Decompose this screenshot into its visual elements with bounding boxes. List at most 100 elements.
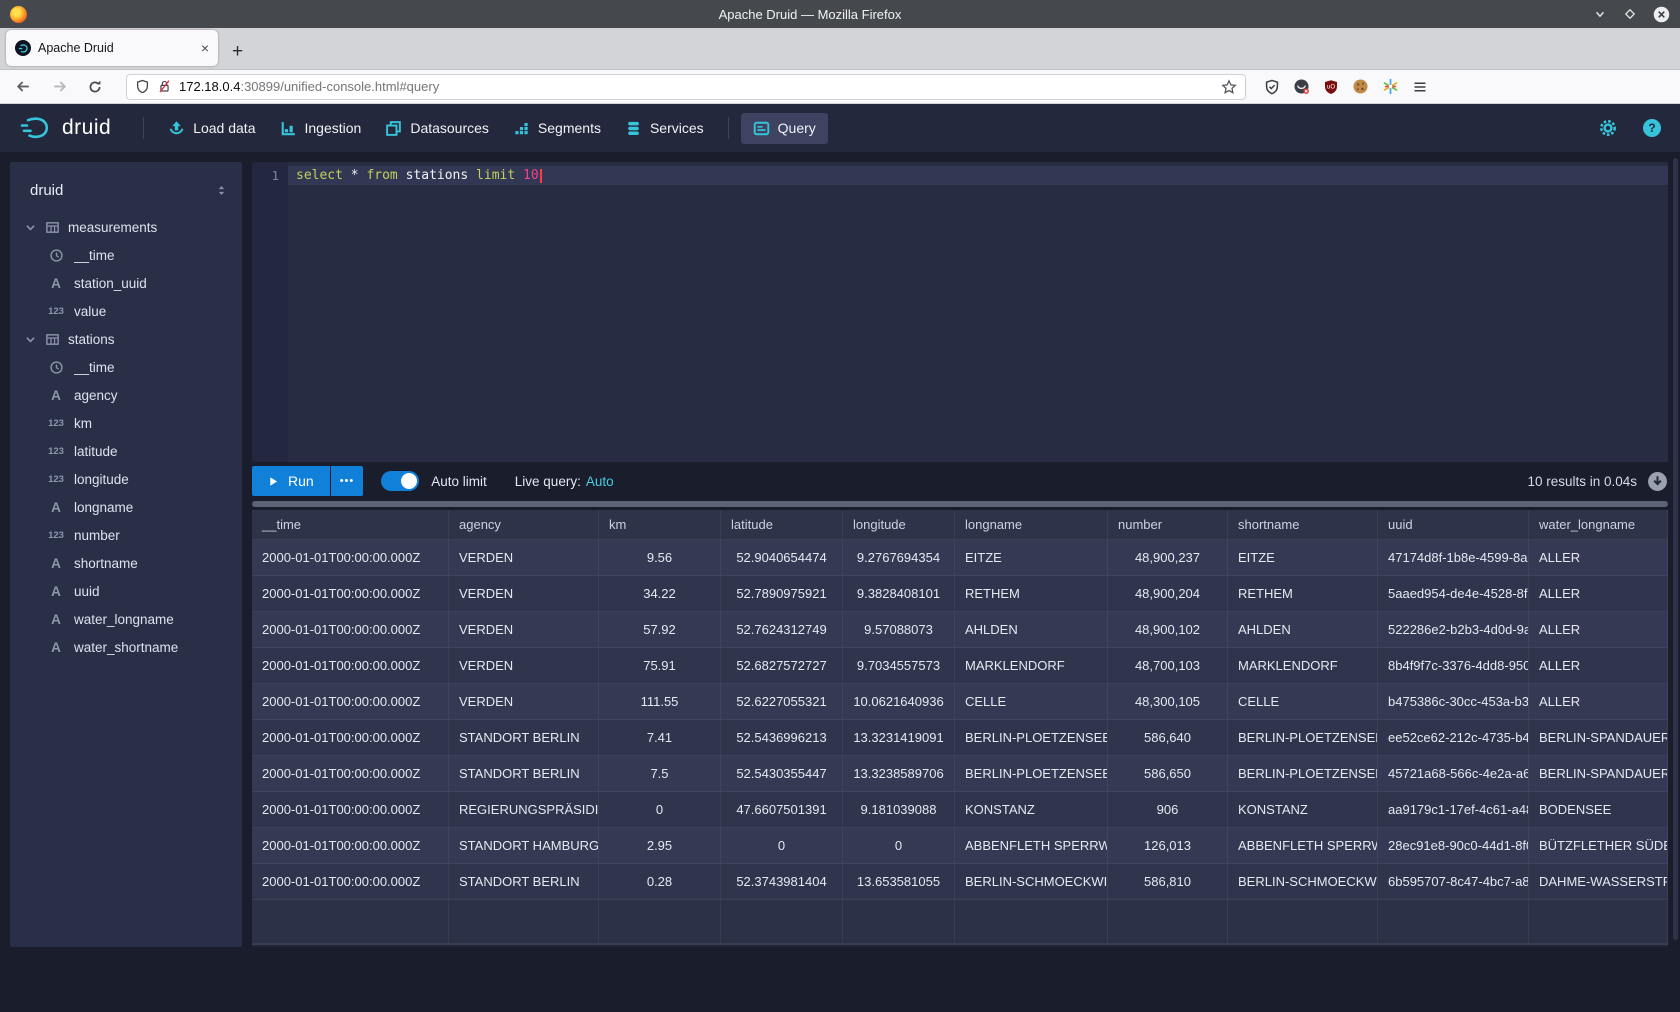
cell-water_longname[interactable]: BÜTZFLETHER SÜDERE <box>1529 828 1668 864</box>
druid-brand[interactable]: druid <box>18 114 111 142</box>
sql-editor[interactable]: 1 select * from stations limit 10 <box>252 162 1668 462</box>
cell-uuid[interactable]: 8b4f9f7c-3376-4dd8-950 <box>1378 648 1529 684</box>
column-header-__time[interactable]: __time <box>252 510 449 540</box>
cell-longitude[interactable]: 9.7034557573 <box>843 648 955 684</box>
download-icon[interactable] <box>1647 471 1668 492</box>
cell-agency[interactable]: VERDEN <box>449 648 599 684</box>
cell-agency[interactable]: STANDORT BERLIN <box>449 720 599 756</box>
cell-longname[interactable]: AHLDEN <box>955 612 1108 648</box>
sidebar-column-water_longname[interactable]: Awater_longname <box>10 605 242 633</box>
cell-uuid[interactable]: ee52ce62-212c-4735-b4 <box>1378 720 1529 756</box>
sidebar-table-stations[interactable]: stations <box>10 325 242 353</box>
cell-longname[interactable]: RETHEM <box>955 576 1108 612</box>
sidebar-column-station_uuid[interactable]: Astation_uuid <box>10 269 242 297</box>
cell-__time[interactable]: 2000-01-01T00:00:00.000Z <box>252 684 449 720</box>
auto-limit-toggle[interactable] <box>381 471 419 491</box>
cell-agency[interactable]: STANDORT BERLIN <box>449 864 599 900</box>
cell-latitude[interactable]: 52.6827572727 <box>721 648 843 684</box>
cell-longname[interactable]: CELLE <box>955 684 1108 720</box>
window-maximize-icon[interactable] <box>1623 7 1637 21</box>
column-header-agency[interactable]: agency <box>449 510 599 540</box>
ext-container-mask-icon[interactable] <box>1293 78 1310 95</box>
cell-__time[interactable]: 2000-01-01T00:00:00.000Z <box>252 576 449 612</box>
cell-latitude[interactable]: 52.7890975921 <box>721 576 843 612</box>
column-header-km[interactable]: km <box>599 510 721 540</box>
window-minimize-icon[interactable] <box>1593 7 1607 21</box>
insecure-lock-icon[interactable] <box>157 79 172 94</box>
cell-shortname[interactable]: ABBENFLETH SPERRWEI <box>1228 828 1378 864</box>
panel-resize-handle[interactable] <box>252 501 1668 507</box>
cell-__time[interactable]: 2000-01-01T00:00:00.000Z <box>252 720 449 756</box>
sidebar-column-__time[interactable]: __time <box>10 353 242 381</box>
cell-number[interactable]: 586,650 <box>1108 756 1228 792</box>
editor-code-area[interactable]: select * from stations limit 10 <box>288 162 1668 462</box>
column-header-latitude[interactable]: latitude <box>721 510 843 540</box>
nav-item-load-data[interactable]: Load data <box>156 113 267 144</box>
cell-number[interactable]: 48,300,105 <box>1108 684 1228 720</box>
cell-shortname[interactable]: AHLDEN <box>1228 612 1378 648</box>
horizontal-scrollbar[interactable] <box>252 945 1668 947</box>
tracking-shield-icon[interactable] <box>135 79 150 94</box>
cell-km[interactable]: 34.22 <box>599 576 721 612</box>
cell-km[interactable]: 0.28 <box>599 864 721 900</box>
cell-water_longname[interactable]: ALLER <box>1529 612 1668 648</box>
column-header-longitude[interactable]: longitude <box>843 510 955 540</box>
cell-latitude[interactable]: 52.5430355447 <box>721 756 843 792</box>
run-button[interactable]: Run <box>252 466 330 496</box>
cell-uuid[interactable]: 28ec91e8-90c0-44d1-8f0 <box>1378 828 1529 864</box>
cell-__time[interactable]: 2000-01-01T00:00:00.000Z <box>252 648 449 684</box>
sidebar-column-value[interactable]: 123value <box>10 297 242 325</box>
cell-km[interactable]: 57.92 <box>599 612 721 648</box>
cell-longname[interactable]: BERLIN-PLOETZENSEE C <box>955 720 1108 756</box>
cell-latitude[interactable]: 52.7624312749 <box>721 612 843 648</box>
sidebar-column-__time[interactable]: __time <box>10 241 242 269</box>
forward-icon[interactable] <box>46 78 72 95</box>
cell-__time[interactable]: 2000-01-01T00:00:00.000Z <box>252 864 449 900</box>
cell-number[interactable]: 126,013 <box>1108 828 1228 864</box>
back-icon[interactable] <box>10 78 36 95</box>
cell-latitude[interactable]: 52.5436996213 <box>721 720 843 756</box>
cell-longname[interactable]: ABBENFLETH SPERRWEI <box>955 828 1108 864</box>
cell-water_longname[interactable]: BODENSEE <box>1529 792 1668 828</box>
cell-number[interactable]: 586,640 <box>1108 720 1228 756</box>
chevron-down-icon[interactable] <box>24 221 37 234</box>
cell-uuid[interactable]: 47174d8f-1b8e-4599-8a <box>1378 540 1529 576</box>
cell-__time[interactable]: 2000-01-01T00:00:00.000Z <box>252 540 449 576</box>
sidebar-column-longitude[interactable]: 123longitude <box>10 465 242 493</box>
cell-longname[interactable]: EITZE <box>955 540 1108 576</box>
cell-water_longname[interactable]: DAHME-WASSERSTRAS <box>1529 864 1668 900</box>
live-query-value[interactable]: Auto <box>586 474 614 489</box>
nav-item-segments[interactable]: Segments <box>501 113 613 144</box>
cell-longitude[interactable]: 13.3231419091 <box>843 720 955 756</box>
sidebar-column-latitude[interactable]: 123latitude <box>10 437 242 465</box>
help-icon[interactable]: ? <box>1642 118 1662 138</box>
cell-uuid[interactable]: b475386c-30cc-453a-b3 <box>1378 684 1529 720</box>
cell-agency[interactable]: VERDEN <box>449 576 599 612</box>
nav-item-ingestion[interactable]: Ingestion <box>268 113 374 144</box>
cell-shortname[interactable]: BERLIN-SCHMOECKWITZ <box>1228 864 1378 900</box>
nav-item-query[interactable]: Query <box>741 113 828 144</box>
sidebar-column-shortname[interactable]: Ashortname <box>10 549 242 577</box>
nav-item-services[interactable]: Services <box>613 113 716 144</box>
cell-longitude[interactable]: 0 <box>843 828 955 864</box>
cell-km[interactable]: 9.56 <box>599 540 721 576</box>
cell-shortname[interactable]: KONSTANZ <box>1228 792 1378 828</box>
cell-km[interactable]: 75.91 <box>599 648 721 684</box>
browser-tab-apache-druid[interactable]: Apache Druid × <box>6 30 218 66</box>
cell-latitude[interactable]: 0 <box>721 828 843 864</box>
cell-__time[interactable]: 2000-01-01T00:00:00.000Z <box>252 612 449 648</box>
bookmark-star-icon[interactable] <box>1221 79 1237 95</box>
cell-agency[interactable]: VERDEN <box>449 612 599 648</box>
nav-item-datasources[interactable]: Datasources <box>373 113 501 144</box>
cell-agency[interactable]: VERDEN <box>449 684 599 720</box>
reload-icon[interactable] <box>82 79 108 95</box>
cell-longitude[interactable]: 10.0621640936 <box>843 684 955 720</box>
cell-uuid[interactable]: 45721a68-566c-4e2a-a6 <box>1378 756 1529 792</box>
gear-icon[interactable] <box>1598 118 1618 138</box>
cell-uuid[interactable]: 5aaed954-de4e-4528-8f <box>1378 576 1529 612</box>
cell-longname[interactable]: MARKLENDORF <box>955 648 1108 684</box>
sidebar-column-water_shortname[interactable]: Awater_shortname <box>10 633 242 661</box>
column-header-uuid[interactable]: uuid <box>1378 510 1529 540</box>
cell-uuid[interactable]: 6b595707-8c47-4bc7-a8 <box>1378 864 1529 900</box>
cell-shortname[interactable]: RETHEM <box>1228 576 1378 612</box>
